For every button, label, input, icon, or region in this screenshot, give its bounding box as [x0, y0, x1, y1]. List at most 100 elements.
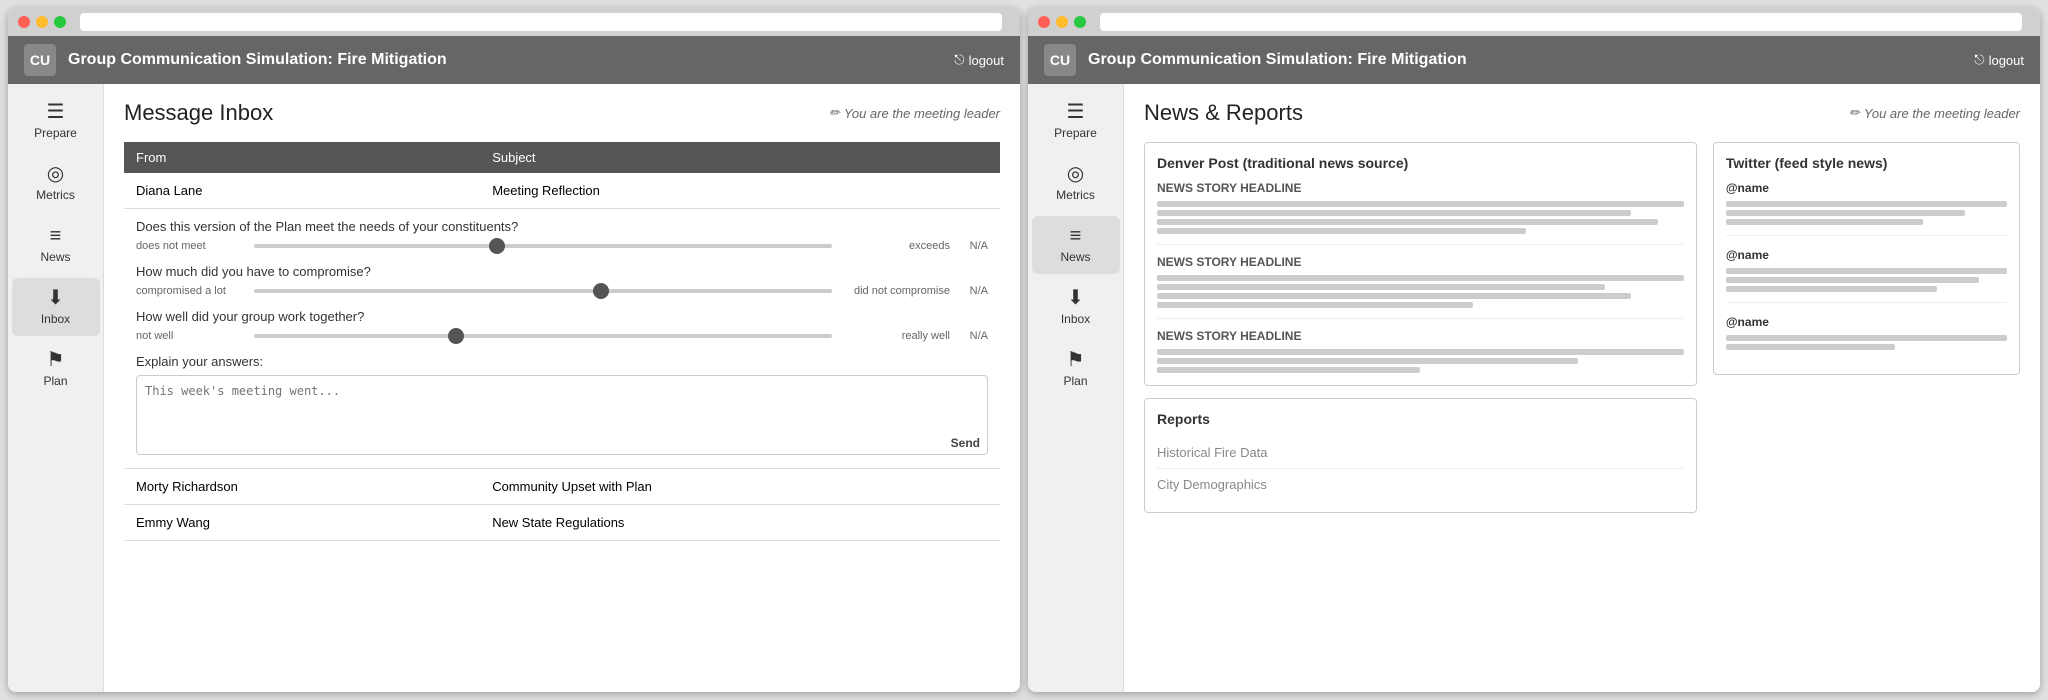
news-line	[1157, 293, 1631, 299]
expanded-message-row: Does this version of the Plan meet the n…	[124, 209, 1000, 469]
title-bar-1	[8, 8, 1020, 36]
maximize-button-2[interactable]	[1074, 16, 1086, 28]
sidebar-item-news-1[interactable]: ≡ News	[12, 216, 100, 274]
app-header-1: CU Group Communication Simulation: Fire …	[8, 36, 1020, 84]
news-story-1: NEWS STORY HEADLINE	[1157, 181, 1684, 245]
sidebar-item-plan-2[interactable]: ⚑ Plan	[1032, 340, 1120, 398]
slider-track-2[interactable]	[254, 289, 832, 293]
slider-left-1: does not meet	[136, 240, 246, 252]
tweet-lines-2	[1726, 268, 2007, 292]
slider-thumb-3[interactable]	[448, 328, 464, 344]
sidebar-1: ☰ Prepare ◎ Metrics ≡ News ⬇ Inbox ⚑ Pla…	[8, 84, 104, 692]
twitter-panel: Twitter (feed style news) @name	[1713, 142, 2020, 513]
news-line	[1726, 335, 2007, 341]
pencil-icon-2: ✏	[1849, 105, 1860, 121]
news-line	[1157, 349, 1684, 355]
sidebar-label-plan-1: Plan	[43, 374, 67, 388]
sidebar-label-prepare-1: Prepare	[34, 126, 77, 140]
news-line	[1726, 201, 2007, 207]
sidebar-item-inbox-2[interactable]: ⬇ Inbox	[1032, 278, 1120, 336]
tweet-handle-3: @name	[1726, 315, 2007, 329]
meeting-leader-badge-2: ✏ You are the meeting leader	[1849, 105, 2020, 121]
sidebar-item-plan-1[interactable]: ⚑ Plan	[12, 340, 100, 398]
explain-label: Explain your answers:	[136, 354, 988, 369]
sidebar-item-inbox-1[interactable]: ⬇ Inbox	[12, 278, 100, 336]
sidebar-label-metrics-1: Metrics	[36, 188, 75, 202]
explain-textarea[interactable]	[136, 375, 988, 455]
slider-question-3: How well did your group work together?	[136, 309, 988, 324]
sidebar-item-news-2[interactable]: ≡ News	[1032, 216, 1120, 274]
tweet-lines-1	[1726, 201, 2007, 225]
inbox-table: From Subject Diana Lane Meeting Reflecti…	[124, 142, 1000, 541]
slider-na-1: N/A	[958, 240, 988, 252]
slider-thumb-2[interactable]	[593, 283, 609, 299]
news-icon-2: ≡	[1070, 226, 1082, 246]
news-line	[1157, 302, 1473, 308]
url-bar-2[interactable]	[1100, 13, 2022, 31]
sender-3: Emmy Wang	[124, 505, 480, 541]
table-row[interactable]: Morty Richardson Community Upset with Pl…	[124, 469, 1000, 505]
sidebar-item-prepare-1[interactable]: ☰ Prepare	[12, 92, 100, 150]
news-line	[1726, 268, 2007, 274]
title-bar-2	[1028, 8, 2040, 36]
close-button-2[interactable]	[1038, 16, 1050, 28]
report-link-2[interactable]: City Demographics	[1157, 469, 1684, 500]
sender-1: Diana Lane	[124, 173, 480, 209]
close-button[interactable]	[18, 16, 30, 28]
app-body-2: ☰ Prepare ◎ Metrics ≡ News ⬇ Inbox ⚑ Pla…	[1028, 84, 2040, 692]
table-row[interactable]: Diana Lane Meeting Reflection	[124, 173, 1000, 209]
window-1: CU Group Communication Simulation: Fire …	[8, 8, 1020, 692]
window-2: CU Group Communication Simulation: Fire …	[1028, 8, 2040, 692]
news-story-2: NEWS STORY HEADLINE	[1157, 255, 1684, 319]
tweet-2: @name	[1726, 248, 2007, 303]
slider-left-2: compromised a lot	[136, 285, 246, 297]
sidebar-item-prepare-2[interactable]: ☰ Prepare	[1032, 92, 1120, 150]
slider-na-3: N/A	[958, 330, 988, 342]
news-headline-2: NEWS STORY HEADLINE	[1157, 255, 1684, 269]
news-line	[1157, 228, 1526, 234]
news-icon: ≡	[50, 226, 62, 246]
slider-track-3[interactable]	[254, 334, 832, 338]
minimize-button[interactable]	[36, 16, 48, 28]
meeting-leader-badge-1: ✏ You are the meeting leader	[829, 105, 1000, 121]
metrics-icon: ◎	[47, 164, 64, 184]
slider-right-1: exceeds	[840, 240, 950, 252]
slider-group-2: How much did you have to compromise? com…	[136, 264, 988, 297]
sidebar-item-metrics-1[interactable]: ◎ Metrics	[12, 154, 100, 212]
news-line	[1726, 277, 1979, 283]
slider-right-2: did not compromise	[840, 285, 950, 297]
send-button[interactable]: Send	[951, 436, 980, 450]
slider-thumb-1[interactable]	[489, 238, 505, 254]
news-headline-1: NEWS STORY HEADLINE	[1157, 181, 1684, 195]
url-bar[interactable]	[80, 13, 1002, 31]
metrics-icon-2: ◎	[1067, 164, 1084, 184]
maximize-button[interactable]	[54, 16, 66, 28]
news-main: News & Reports ✏ You are the meeting lea…	[1124, 84, 2040, 692]
tweet-1: @name	[1726, 181, 2007, 236]
inbox-header: Message Inbox ✏ You are the meeting lead…	[124, 100, 1000, 126]
sidebar-label-inbox-2: Inbox	[1061, 312, 1090, 326]
subject-2: Community Upset with Plan	[480, 469, 1000, 505]
logout-button-1[interactable]: ⎋ logout	[954, 52, 1004, 68]
col-from: From	[124, 142, 480, 173]
sidebar-item-metrics-2[interactable]: ◎ Metrics	[1032, 154, 1120, 212]
slider-question-2: How much did you have to compromise?	[136, 264, 988, 279]
denver-post-section: Denver Post (traditional news source) NE…	[1144, 142, 1697, 386]
reports-section: Reports Historical Fire Data City Demogr…	[1144, 398, 1697, 513]
inbox-main: Message Inbox ✏ You are the meeting lead…	[104, 84, 1020, 692]
table-row[interactable]: Emmy Wang New State Regulations	[124, 505, 1000, 541]
slider-group-3: How well did your group work together? n…	[136, 309, 988, 342]
slider-question-1: Does this version of the Plan meet the n…	[136, 219, 988, 234]
news-layout: Denver Post (traditional news source) NE…	[1144, 142, 2020, 513]
sidebar-2: ☰ Prepare ◎ Metrics ≡ News ⬇ Inbox ⚑ Pla…	[1028, 84, 1124, 692]
logout-button-2[interactable]: ⎋ logout	[1974, 52, 2024, 68]
news-line	[1726, 286, 1937, 292]
pencil-icon: ✏	[829, 105, 840, 121]
minimize-button-2[interactable]	[1056, 16, 1068, 28]
prepare-icon: ☰	[47, 102, 65, 122]
news-line	[1157, 210, 1631, 216]
report-link-1[interactable]: Historical Fire Data	[1157, 437, 1684, 469]
slider-track-1[interactable]	[254, 244, 832, 248]
slider-row-2: compromised a lot did not compromise N/A	[136, 285, 988, 297]
app-title-2: Group Communication Simulation: Fire Mit…	[1088, 51, 1962, 69]
